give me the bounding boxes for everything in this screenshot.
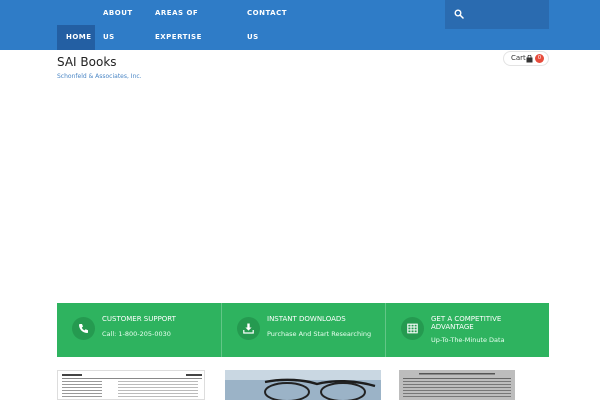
nav-about-label-1: ABOUT [103, 9, 133, 17]
cart-count-badge: 0 [535, 54, 544, 63]
feature-title: CUSTOMER SUPPORT [102, 315, 176, 323]
top-navbar: HOME ABOUT US AREAS OF EXPERTISE CONTACT… [0, 0, 600, 50]
nav-contact-label-2: US [247, 33, 259, 41]
feature-icon-circle [401, 317, 424, 340]
cart-label: Cart [511, 54, 526, 62]
download-icon [243, 323, 254, 334]
eyeglasses-thumbnail-image [225, 370, 381, 400]
feature-icon-circle [72, 317, 95, 340]
nav-home-label: HOME [66, 33, 92, 41]
nav-contact-label-1: CONTACT [247, 9, 288, 17]
feature-instant-downloads: INSTANT DOWNLOADS Purchase And Start Res… [221, 303, 385, 357]
nav-areas-label-2: EXPERTISE [155, 33, 202, 41]
feature-text: Purchase And Start Researching [267, 330, 372, 338]
feature-title: INSTANT DOWNLOADS [267, 315, 346, 323]
site-title[interactable]: SAI Books [57, 55, 117, 69]
feature-customer-support: CUSTOMER SUPPORT Call: 1-800-205-0030 [57, 303, 221, 357]
product-thumbnail-2[interactable] [225, 370, 381, 400]
nav-areas-label-1: AREAS OF [155, 9, 199, 17]
feature-competitive-advantage: GET A COMPETITIVE ADVANTAGE Up-To-The-Mi… [385, 303, 549, 357]
nav-about-label-2: US [103, 33, 115, 41]
table-icon [407, 323, 418, 334]
nav-areas-of-expertise[interactable]: AREAS OF EXPERTISE [155, 0, 225, 50]
feature-text: Up-To-The-Minute Data [431, 336, 505, 344]
feature-title: GET A COMPETITIVE ADVANTAGE [431, 315, 502, 331]
search-icon [454, 9, 464, 19]
product-thumbnail-3[interactable] [399, 370, 515, 400]
features-band: CUSTOMER SUPPORT Call: 1-800-205-0030 IN… [57, 303, 549, 357]
feature-icon-circle [237, 317, 260, 340]
nav-home[interactable]: HOME [57, 25, 95, 50]
shopping-bag-icon [526, 55, 533, 63]
feature-text: Call: 1-800-205-0030 [102, 330, 171, 338]
data-report-thumbnail-image [399, 370, 515, 400]
nav-contact-us[interactable]: CONTACT US [247, 0, 297, 50]
cart-button[interactable]: Cart 0 [503, 51, 549, 66]
site-subtitle: Schonfeld & Associates, Inc. [57, 73, 142, 80]
nav-about-us[interactable]: ABOUT US [103, 0, 143, 50]
product-thumbnail-1[interactable] [57, 370, 205, 400]
phone-icon [79, 324, 88, 333]
search-toggle[interactable] [445, 0, 549, 29]
spreadsheet-thumbnail-image [62, 374, 202, 397]
